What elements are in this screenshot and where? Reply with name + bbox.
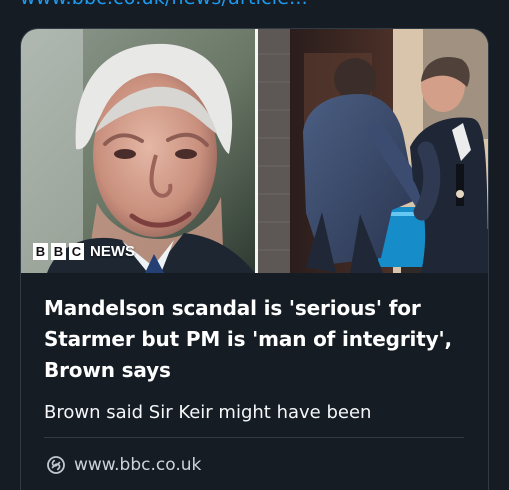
article-description[interactable]: Brown said Sir Keir might have been: [44, 399, 474, 427]
bbc-logo-block: C: [69, 243, 84, 260]
doorway-photo: [258, 29, 488, 273]
social-post-screen: www.bbc.co.uk/news/article...: [0, 0, 509, 490]
top-link-text[interactable]: www.bbc.co.uk/news/article...: [20, 0, 308, 9]
link-preview-card[interactable]: B B C NEWS Mandelson scandal is 'serious…: [20, 28, 489, 490]
bbc-logo-block: B: [33, 243, 48, 260]
domain-text: www.bbc.co.uk: [74, 455, 202, 475]
article-headline[interactable]: Mandelson scandal is 'serious' for Starm…: [44, 293, 474, 386]
portrait-photo: [21, 29, 255, 273]
link-icon: [46, 455, 66, 475]
card-divider: [44, 437, 464, 438]
domain-row[interactable]: www.bbc.co.uk: [46, 453, 201, 477]
news-logo-text: NEWS: [90, 243, 135, 260]
article-image[interactable]: B B C NEWS: [21, 29, 488, 273]
bbc-news-logo: B B C NEWS: [33, 243, 135, 260]
bbc-logo-block: B: [51, 243, 66, 260]
